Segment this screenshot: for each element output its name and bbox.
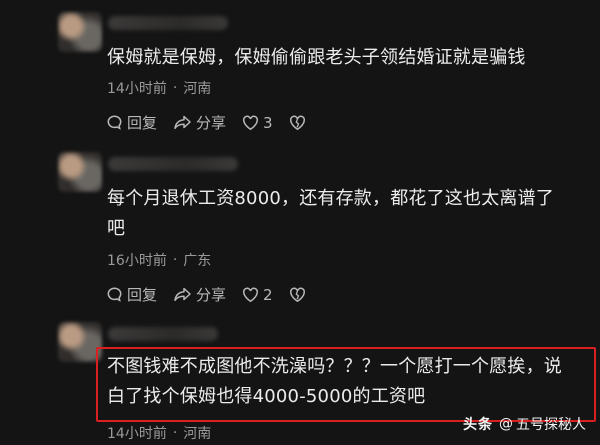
comment-text-line: 每个月退休工资8000，还有存款，都花了这也太离谱了 (107, 188, 555, 209)
like-icon (242, 115, 259, 131)
like-count: 3 (263, 113, 273, 132)
share-icon (173, 286, 192, 303)
comment-meta: 16小时前 · 广东 (107, 250, 211, 270)
comment-text-line: 保姆就是保姆，保姆偷偷跟老头子领结婚证就是骗钱 (107, 47, 526, 68)
watermark-brand: 头条 (463, 417, 493, 433)
dislike-icon (289, 287, 306, 303)
reply-icon (106, 286, 123, 303)
dislike-button[interactable] (289, 287, 310, 303)
share-label: 分享 (196, 286, 227, 304)
username-blurred[interactable] (108, 157, 238, 171)
dislike-icon (289, 115, 306, 131)
at-icon: @ (499, 416, 513, 432)
comment-meta: 14小时前 · 河南 (107, 423, 211, 443)
comment-actions: 回复 分享 3 (106, 112, 326, 133)
reply-button[interactable]: 回复 (106, 112, 157, 133)
comment-actions: 回复 分享 2 (106, 284, 326, 305)
share-button[interactable]: 分享 (173, 112, 226, 133)
watermark-account: @ 五号探秘人 (499, 414, 586, 434)
comment-time: 16小时前 (107, 253, 167, 269)
comment-text-line: 吧 (107, 218, 126, 239)
avatar[interactable] (58, 152, 102, 192)
reply-label: 回复 (127, 114, 158, 132)
username-blurred[interactable] (108, 327, 218, 341)
share-label: 分享 (196, 114, 227, 132)
like-button[interactable]: 3 (242, 114, 273, 132)
watermark-account-name: 五号探秘人 (516, 417, 586, 433)
avatar[interactable] (58, 12, 102, 52)
meta-separator: · (172, 425, 178, 441)
meta-separator: · (172, 252, 178, 268)
reply-icon (106, 114, 123, 131)
comment-location: 河南 (183, 426, 212, 442)
share-icon (173, 114, 192, 131)
like-count: 2 (263, 285, 273, 304)
comment-time: 14小时前 (107, 81, 167, 97)
comment-meta: 14小时前 · 河南 (107, 78, 211, 98)
reply-button[interactable]: 回复 (106, 284, 157, 305)
like-icon (242, 287, 259, 303)
share-button[interactable]: 分享 (173, 284, 226, 305)
username-blurred[interactable] (108, 16, 228, 30)
highlight-box (96, 347, 596, 422)
like-button[interactable]: 2 (242, 286, 273, 304)
dislike-button[interactable] (289, 115, 310, 131)
comment-text: 每个月退休工资8000，还有存款，都花了这也太离谱了 吧 (107, 184, 554, 244)
comment-location: 广东 (183, 253, 212, 269)
comment-time: 14小时前 (107, 426, 167, 442)
watermark: 头条 @ 五号探秘人 (463, 414, 586, 434)
comment-location: 河南 (183, 81, 212, 97)
reply-label: 回复 (127, 286, 158, 304)
meta-separator: · (172, 80, 178, 96)
comment-text: 保姆就是保姆，保姆偷偷跟老头子领结婚证就是骗钱 (107, 43, 526, 73)
